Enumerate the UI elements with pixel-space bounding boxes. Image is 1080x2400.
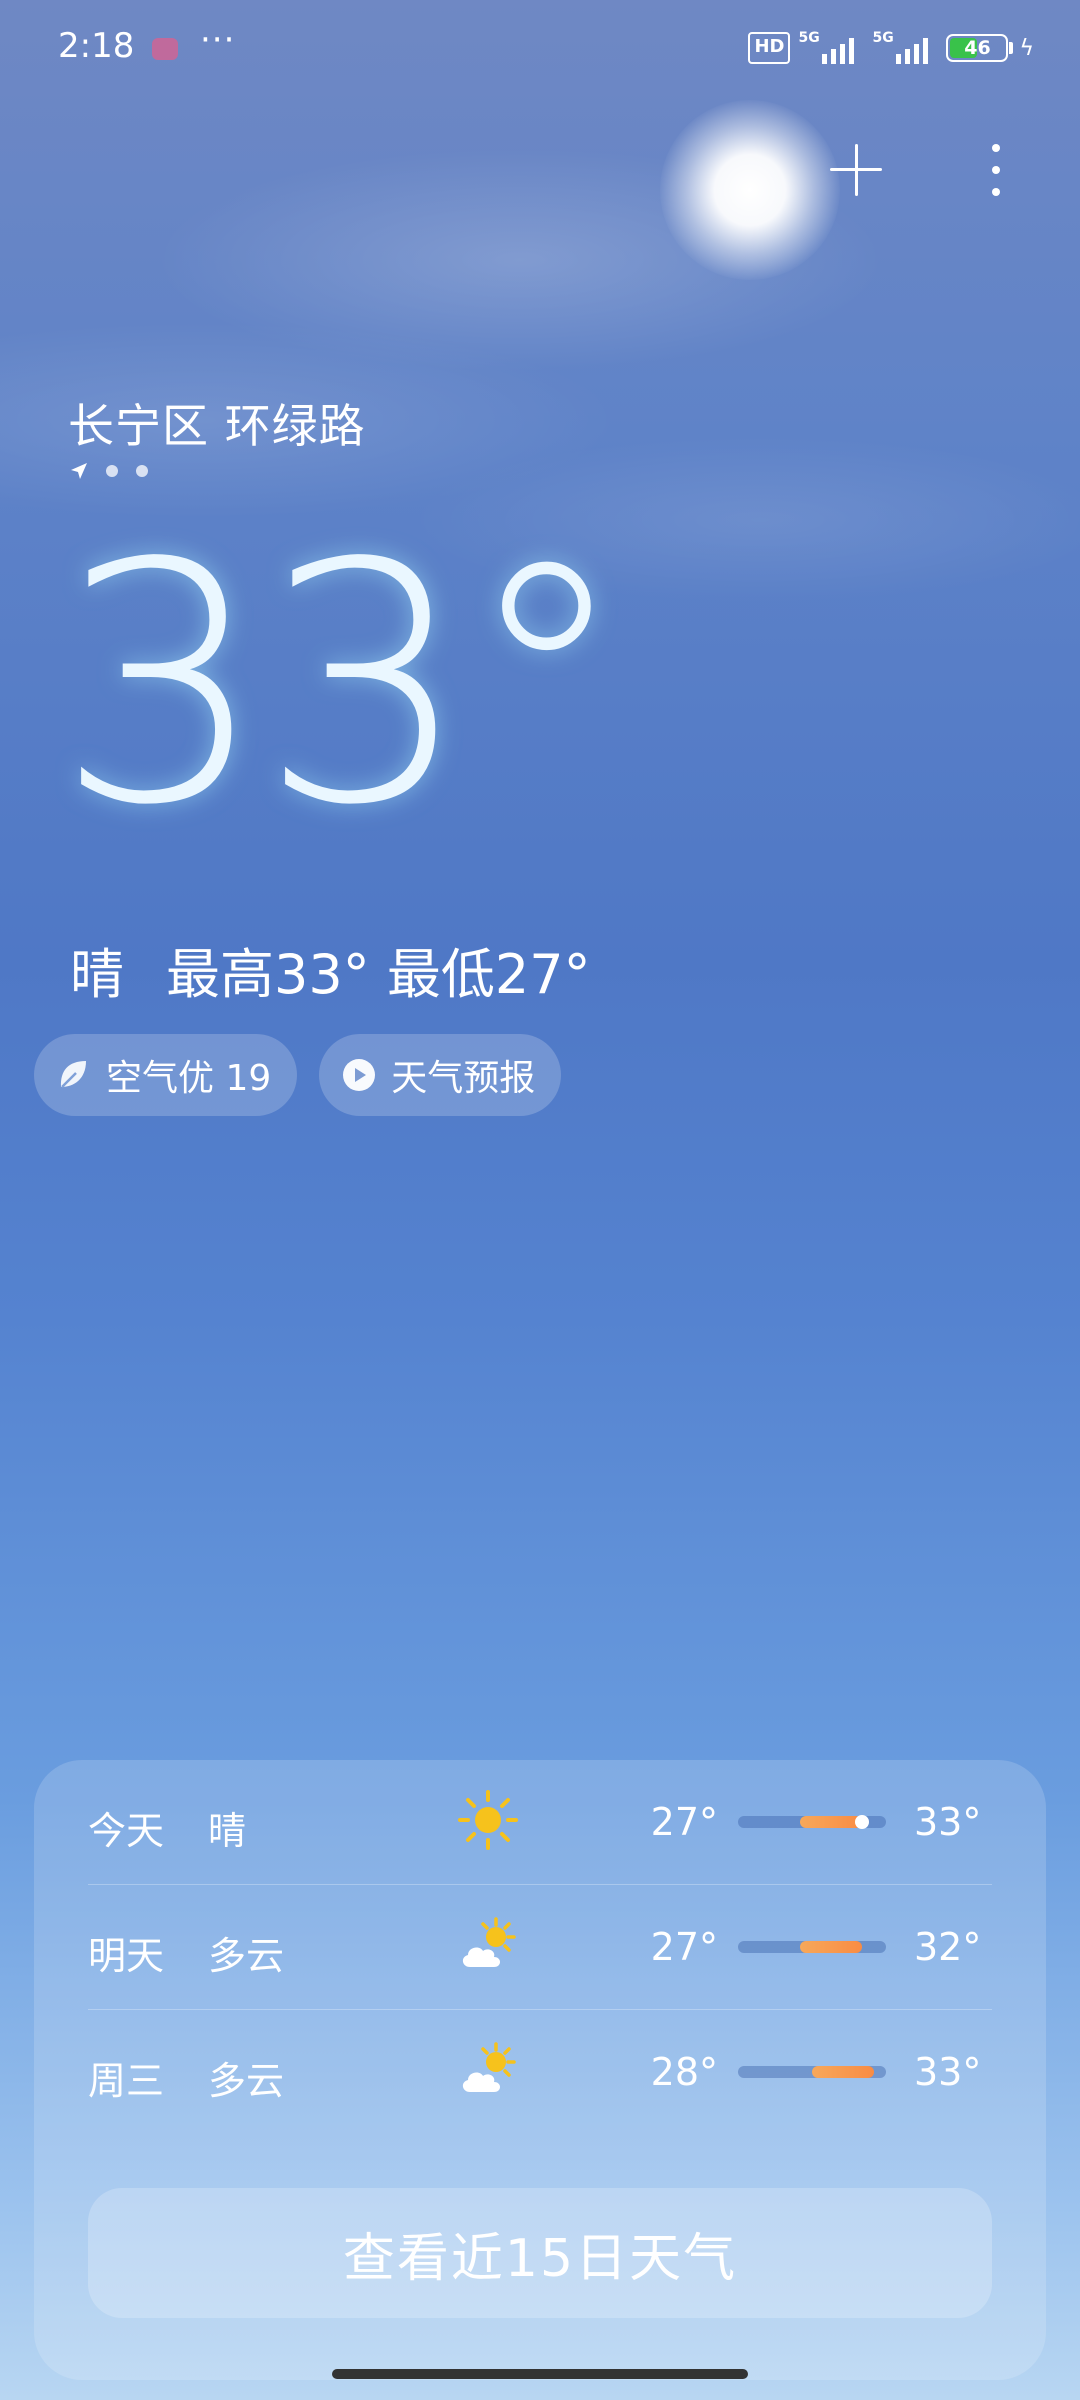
home-indicator[interactable] (332, 2369, 748, 2379)
air-quality-chip[interactable]: 空气优 19 (34, 1034, 298, 1116)
forecast-condition: 多云 (208, 1934, 285, 1978)
forecast-day: 明天 (88, 1934, 165, 1978)
app-notification-icon (152, 38, 178, 60)
battery-level: 46 (964, 37, 991, 59)
high-low-temps: 最高33° 最低27° (166, 930, 591, 1009)
page-indicator (70, 462, 148, 480)
condition-line: 晴 最高33° 最低27° (70, 930, 591, 1009)
forecast-day: 今天 (88, 1809, 165, 1853)
more-notifications-icon: ··· (200, 20, 236, 60)
view-15-day-forecast-button[interactable]: 查看近15日天气 (88, 2188, 992, 2318)
page-dot (136, 465, 148, 477)
current-condition: 晴 (70, 943, 124, 1006)
forecast-high: 33° (914, 1800, 982, 1844)
current-temperature: 33° (56, 493, 629, 877)
partly-cloudy-icon (462, 2042, 516, 2092)
forecast-low: 28° (650, 2050, 718, 2094)
forecast-condition: 多云 (208, 2059, 285, 2103)
status-time: 2:18 (58, 26, 135, 66)
forecast-low: 27° (650, 1800, 718, 1844)
battery-icon: 46 ϟ (946, 34, 1034, 62)
forecast-row-wednesday[interactable]: 周三 多云 28° 33° (88, 2010, 992, 2134)
temp-range-fill (812, 2066, 875, 2078)
forecast-high: 33° (914, 2050, 982, 2094)
charging-icon: ϟ (1019, 35, 1034, 61)
forecast-day: 周三 (88, 2059, 165, 2103)
sun-icon (458, 1790, 518, 1850)
high-temp: 最高33° (166, 943, 370, 1006)
weather-forecast-label: 天气预报 (391, 1058, 536, 1099)
temp-range-bar (738, 1941, 886, 1953)
forecast-row-today[interactable]: 今天 晴 27° 33° (88, 1760, 992, 1884)
leaf-icon (60, 1061, 86, 1088)
weather-forecast-chip[interactable]: 天气预报 (319, 1034, 562, 1116)
signal-icon-2: 5G (872, 30, 938, 66)
add-city-button[interactable] (830, 144, 882, 196)
air-quality-label: 空气优 19 (106, 1058, 272, 1099)
signal-icon: 5G (798, 30, 864, 66)
forecast-condition: 晴 (208, 1809, 247, 1853)
current-location-icon (71, 463, 87, 479)
forecast-card: 今天 晴 27° 33° 明天 多云 27° 32° 周三 多云 28° 33°… (34, 1760, 1046, 2380)
status-icons: HD 5G 5G 46 ϟ (748, 30, 1034, 66)
temp-range-fill (800, 1941, 863, 1953)
hd-voice-icon: HD (748, 32, 791, 64)
info-chips: 空气优 19 天气预报 (34, 1034, 562, 1116)
play-icon (343, 1059, 376, 1091)
location-name[interactable]: 长宁区 环绿路 (68, 390, 366, 456)
temp-range-fill (800, 1816, 863, 1828)
more-options-button[interactable] (990, 144, 1002, 196)
status-bar: 2:18 ··· HD 5G 5G 46 ϟ (0, 0, 1080, 100)
signal-bars-icon (822, 38, 855, 64)
temp-range-bar (738, 2066, 886, 2078)
forecast-low: 27° (650, 1925, 718, 1969)
temp-range-bar (738, 1815, 886, 1829)
forecast-high: 32° (914, 1925, 982, 1969)
page-dot (106, 465, 118, 477)
top-actions (780, 130, 1080, 210)
partly-cloudy-icon (462, 1917, 516, 1967)
forecast-row-tomorrow[interactable]: 明天 多云 27° 32° (88, 1885, 992, 2009)
low-temp: 最低27° (386, 943, 591, 1006)
current-temp-marker (855, 1815, 870, 1829)
signal-bars-icon-2 (896, 38, 929, 64)
